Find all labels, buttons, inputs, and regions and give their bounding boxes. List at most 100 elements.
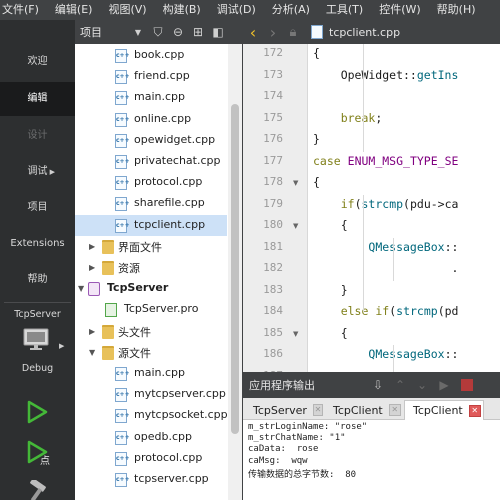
tree-file[interactable]: c++ main.cpp (75, 363, 227, 384)
tree-file[interactable]: c++ opewidget.cpp (75, 130, 227, 151)
menu-analyze[interactable]: 分析(A) (264, 0, 318, 20)
mode-edit[interactable]: 编辑 (0, 82, 75, 116)
menu-view[interactable]: 视图(V) (100, 0, 154, 20)
collapse-arrow-icon[interactable]: ▼ (78, 284, 84, 293)
line-number: 178 (263, 175, 283, 188)
mode-welcome[interactable]: 欢迎 (0, 48, 75, 76)
kit-selector-arrow-icon[interactable]: ▶ (59, 342, 64, 350)
tree-file[interactable]: c++ friend.cpp (75, 66, 227, 87)
tree-file[interactable]: c++ mytcpsocket.cpp (75, 405, 228, 426)
cpp-file-icon: c++ (115, 176, 130, 191)
code-line[interactable]: QMessageBox:: (313, 347, 458, 361)
tree-file[interactable]: c++ main.cpp (75, 87, 227, 108)
project-view-selector[interactable]: 项目 (80, 24, 128, 40)
tree-file[interactable]: c++ tcpserver.cpp (75, 469, 227, 490)
mode-debug[interactable]: 调试 ▶ (0, 158, 75, 186)
close-tab-icon[interactable]: ✕ (468, 404, 481, 417)
mode-extensions[interactable]: Extensions (0, 230, 75, 258)
back-icon[interactable]: ‹ (243, 23, 263, 42)
fold-marker-icon[interactable]: ▼ (293, 179, 298, 187)
line-number: 177 (263, 153, 283, 167)
previous-icon[interactable]: ⌃ (389, 378, 411, 392)
expand-arrow-icon[interactable]: ▶ (89, 242, 95, 251)
tree-file[interactable]: c++ protocol.cpp (75, 172, 227, 193)
tree-scrollbar-thumb[interactable] (231, 104, 239, 434)
hammer-icon[interactable] (24, 480, 52, 500)
fold-marker-icon[interactable]: ▼ (293, 330, 298, 338)
tree-file[interactable]: c++ book.cpp (75, 45, 227, 66)
dropdown-arrow-icon[interactable]: ▼ (128, 28, 148, 37)
cpp-file-icon: c++ (115, 409, 130, 424)
menu-edit[interactable]: 编辑(E) (47, 0, 101, 20)
code-line[interactable]: { (313, 218, 348, 232)
tree-file[interactable]: c++ mytcpserver.cpp (75, 384, 227, 405)
filter-icon[interactable]: ⛉ (148, 25, 168, 40)
mode-divider (4, 302, 71, 303)
tree-folder[interactable]: ▼ TcpServer (75, 278, 227, 299)
rerun-icon[interactable]: ▶ (433, 378, 455, 392)
code-line[interactable]: QMessageBox:: (313, 240, 458, 254)
tree-folder[interactable]: ▼ 源文件 (75, 342, 227, 363)
tree-item-label: online.cpp (134, 111, 192, 125)
menu-file[interactable]: 文件(F) (0, 0, 47, 20)
output-text[interactable]: m_strLoginName: "rose" m_strChatName: "1"… (243, 420, 500, 500)
link-icon[interactable]: ⊖ (168, 25, 188, 39)
editor-filename[interactable]: tcpclient.cpp (329, 26, 400, 39)
close-sidebar-icon[interactable]: ◧ (208, 25, 228, 39)
mode-help[interactable]: 帮助 (0, 266, 75, 294)
collapse-arrow-icon[interactable]: ▼ (89, 348, 95, 357)
project-panel-header: 项目 ▼ ⛉ ⊖ ⊞ ◧ (75, 20, 242, 44)
code-line[interactable]: { (313, 326, 348, 340)
line-number: 174 (263, 89, 283, 102)
tree-file[interactable]: c++ sharefile.cpp (75, 193, 227, 214)
output-tab-label: TcpClient (413, 404, 463, 417)
tree-file[interactable]: c++ tcpclient.cpp (75, 214, 227, 236)
code-line[interactable]: break; (313, 111, 383, 125)
mode-project[interactable]: 项目 (0, 194, 75, 222)
attach-icon[interactable]: ⇩ (367, 378, 389, 392)
code-line[interactable]: . (313, 261, 458, 275)
line-number: 186 (263, 347, 283, 360)
code-line[interactable]: case ENUM_MSG_TYPE_SE (313, 154, 458, 168)
tree-folder[interactable]: ▶ 资源 (75, 257, 227, 278)
code-line[interactable]: if(strcmp(pdu->ca (313, 197, 459, 211)
close-tab-icon[interactable]: ✕ (312, 404, 323, 416)
tree-file[interactable]: c++ privatechat.cpp (75, 151, 227, 172)
expand-arrow-icon[interactable]: ▶ (89, 327, 95, 336)
run-icon[interactable] (26, 400, 48, 424)
menu-widgets[interactable]: 控件(W) (371, 0, 428, 20)
menu-build[interactable]: 构建(B) (155, 0, 209, 20)
next-icon[interactable]: ⌄ (411, 378, 433, 392)
split-icon[interactable]: ⊞ (188, 25, 208, 39)
tree-file[interactable]: c++ protocol.cpp (75, 448, 227, 469)
tree-item-label: friend.cpp (134, 69, 190, 83)
code-editor[interactable]: 172 173 174 175 176 177 178 ▼ 179 180 ▼ 181 182 183 18… (243, 44, 500, 372)
code-line[interactable]: { (313, 175, 320, 189)
output-tab-tcpclient[interactable]: TcpClient ✕ (325, 400, 403, 420)
code-line[interactable]: { (313, 46, 320, 60)
fold-marker-icon[interactable]: ▼ (293, 222, 298, 230)
code-line[interactable]: OpeWidget::getIns (313, 68, 459, 82)
expand-arrow-icon[interactable]: ▶ (89, 263, 95, 272)
tree-folder[interactable]: ▶ 界面文件 (75, 236, 227, 257)
code-line[interactable]: else if(strcmp(pd (313, 304, 459, 318)
forward-icon[interactable]: › (263, 23, 283, 42)
menu-help[interactable]: 帮助(H) (429, 0, 484, 20)
code-line[interactable]: } (313, 283, 348, 297)
output-tab-tcpserver[interactable]: TcpServer ✕ (245, 400, 323, 420)
editor-toolbar: ‹ › 🔒︎ tcpclient.cpp (243, 20, 500, 44)
monitor-icon[interactable] (22, 328, 52, 352)
mode-debug-label: 调试 (27, 166, 48, 177)
tree-file[interactable]: c++ online.cpp (75, 109, 227, 130)
stop-icon[interactable] (461, 379, 473, 391)
menu-tools[interactable]: 工具(T) (318, 0, 371, 20)
tree-file[interactable]: c++ opedb.cpp (75, 427, 227, 448)
tree-file[interactable]: TcpServer.pro (75, 299, 227, 320)
line-number: 183 (263, 282, 283, 296)
output-tab-tcpclient-active[interactable]: TcpClient ✕ (404, 400, 484, 420)
menu-debug[interactable]: 调试(D) (209, 0, 264, 20)
tree-folder[interactable]: ▶ 头文件 (75, 321, 227, 342)
close-tab-icon[interactable]: ✕ (388, 404, 401, 416)
code-line[interactable]: } (313, 132, 320, 146)
tree-scrollbar[interactable] (228, 44, 242, 500)
